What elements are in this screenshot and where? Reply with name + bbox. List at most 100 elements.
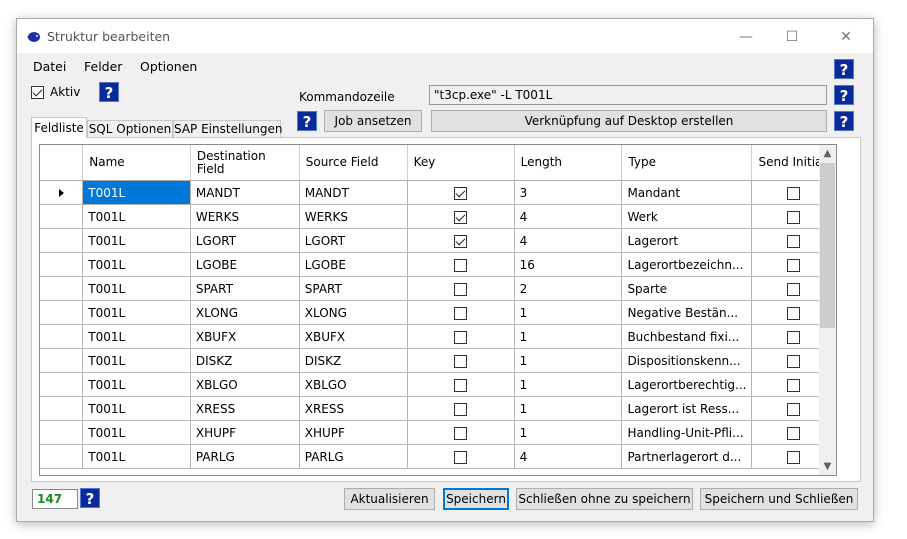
- help-icon-kommandozeile[interactable]: ?: [834, 85, 854, 105]
- menu-felder[interactable]: Felder: [84, 59, 122, 74]
- cell-type[interactable]: Partnerlagerort d...: [621, 444, 753, 469]
- table-row[interactable]: T001L DISKZ DISKZ 1 Dispositionskenn...: [40, 348, 836, 373]
- tab-sql-optionen[interactable]: SQL Optionen: [87, 120, 173, 138]
- table-row[interactable]: T001L PARLG PARLG 4 Partnerlagerort d...: [40, 444, 836, 469]
- table-row[interactable]: T001L XLONG XLONG 1 Negative Bestän...: [40, 300, 836, 325]
- aktualisieren-button[interactable]: Aktualisieren: [344, 488, 435, 510]
- cell-source-field[interactable]: XBUFX: [299, 324, 408, 349]
- menu-datei[interactable]: Datei: [33, 59, 66, 74]
- cell-length[interactable]: 1: [514, 420, 623, 445]
- key-checkbox[interactable]: [454, 378, 468, 392]
- cell-name[interactable]: T001L: [82, 324, 191, 349]
- cell-type[interactable]: Lagerort ist Ress...: [621, 396, 753, 421]
- cell-type[interactable]: Negative Bestän...: [621, 300, 753, 325]
- cell-source-field[interactable]: LGORT: [299, 228, 408, 253]
- row-indicator[interactable]: [40, 372, 84, 397]
- key-checkbox[interactable]: [454, 354, 468, 368]
- cell-destination-field[interactable]: SPART: [190, 276, 300, 301]
- maximize-button[interactable]: ☐: [769, 23, 815, 51]
- cell-source-field[interactable]: LGOBE: [299, 252, 408, 277]
- cell-name[interactable]: T001L: [82, 348, 191, 373]
- row-indicator[interactable]: [40, 324, 84, 349]
- close-without-save-button[interactable]: Schließen ohne zu speichern: [516, 488, 693, 510]
- speichern-button[interactable]: Speichern: [443, 488, 509, 510]
- scrollbar-thumb[interactable]: [820, 163, 835, 328]
- key-checkbox[interactable]: [454, 306, 468, 320]
- kommandozeile-field[interactable]: "t3cp.exe" -L T001L: [429, 85, 827, 105]
- cell-type[interactable]: Buchbestand fixi...: [621, 324, 753, 349]
- row-indicator[interactable]: [40, 204, 84, 229]
- cell-length[interactable]: 1: [514, 324, 623, 349]
- send-initial-checkbox[interactable]: [787, 186, 801, 200]
- cell-length[interactable]: 2: [514, 276, 623, 301]
- cell-length[interactable]: 1: [514, 348, 623, 373]
- row-indicator[interactable]: [40, 276, 84, 301]
- cell-name[interactable]: T001L: [82, 396, 191, 421]
- send-initial-checkbox[interactable]: [787, 234, 801, 248]
- cell-length[interactable]: 4: [514, 444, 623, 469]
- cell-name[interactable]: T001L: [82, 444, 191, 469]
- table-row[interactable]: T001L LGORT LGORT 4 Lagerort: [40, 228, 836, 253]
- scroll-up-icon[interactable]: ▲: [819, 145, 836, 162]
- send-initial-checkbox[interactable]: [787, 210, 801, 224]
- cell-source-field[interactable]: DISKZ: [299, 348, 408, 373]
- table-row[interactable]: T001L XBUFX XBUFX 1 Buchbestand fixi...: [40, 324, 836, 349]
- key-checkbox[interactable]: [454, 210, 468, 224]
- cell-destination-field[interactable]: XBUFX: [190, 324, 300, 349]
- cell-destination-field[interactable]: XHUPF: [190, 420, 300, 445]
- cell-length[interactable]: 3: [514, 180, 623, 205]
- cell-source-field[interactable]: XBLGO: [299, 372, 408, 397]
- cell-source-field[interactable]: XLONG: [299, 300, 408, 325]
- cell-destination-field[interactable]: LGOBE: [190, 252, 300, 277]
- send-initial-checkbox[interactable]: [787, 306, 801, 320]
- menu-optionen[interactable]: Optionen: [140, 59, 197, 74]
- cell-type[interactable]: Lagerort: [621, 228, 753, 253]
- cell-destination-field[interactable]: XLONG: [190, 300, 300, 325]
- cell-type[interactable]: Werk: [621, 204, 753, 229]
- help-icon-aktiv[interactable]: ?: [99, 82, 119, 102]
- row-indicator[interactable]: [40, 396, 84, 421]
- cell-source-field[interactable]: XRESS: [299, 396, 408, 421]
- table-row[interactable]: T001L SPART SPART 2 Sparte: [40, 276, 836, 301]
- send-initial-checkbox[interactable]: [787, 282, 801, 296]
- send-initial-checkbox[interactable]: [787, 402, 801, 416]
- cell-source-field[interactable]: MANDT: [299, 180, 408, 205]
- help-icon-footer[interactable]: ?: [80, 488, 100, 508]
- cell-destination-field[interactable]: PARLG: [190, 444, 300, 469]
- table-row[interactable]: T001L XHUPF XHUPF 1 Handling-Unit-Pfli...: [40, 420, 836, 445]
- cell-destination-field[interactable]: DISKZ: [190, 348, 300, 373]
- row-indicator[interactable]: [40, 252, 84, 277]
- cell-type[interactable]: Mandant: [621, 180, 753, 205]
- column-header-type[interactable]: Type: [621, 145, 753, 181]
- row-indicator[interactable]: [40, 348, 84, 373]
- tab-sap-einstellungen[interactable]: SAP Einstellungen: [173, 120, 282, 138]
- cell-name[interactable]: T001L: [82, 420, 191, 445]
- cell-name[interactable]: T001L: [82, 372, 191, 397]
- column-header-name[interactable]: Name: [82, 145, 191, 181]
- cell-length[interactable]: 16: [514, 252, 623, 277]
- send-initial-checkbox[interactable]: [787, 426, 801, 440]
- column-header-length[interactable]: Length: [514, 145, 623, 181]
- cell-type[interactable]: Handling-Unit-Pfli...: [621, 420, 753, 445]
- save-and-close-button[interactable]: Speichern und Schließen: [700, 488, 858, 510]
- cell-source-field[interactable]: XHUPF: [299, 420, 408, 445]
- cell-source-field[interactable]: SPART: [299, 276, 408, 301]
- cell-length[interactable]: 1: [514, 372, 623, 397]
- key-checkbox[interactable]: [454, 234, 468, 248]
- table-row[interactable]: T001L XRESS XRESS 1 Lagerort ist Ress...: [40, 396, 836, 421]
- row-indicator[interactable]: [40, 420, 84, 445]
- key-checkbox[interactable]: [454, 426, 468, 440]
- column-header-key[interactable]: Key: [407, 145, 515, 181]
- cell-type[interactable]: Lagerortbezeichn...: [621, 252, 753, 277]
- table-row[interactable]: T001L LGOBE LGOBE 16 Lagerortbezeichn...: [40, 252, 836, 277]
- cell-name[interactable]: T001L: [82, 204, 191, 229]
- help-icon-shortcut[interactable]: ?: [834, 111, 854, 131]
- cell-destination-field[interactable]: MANDT: [190, 180, 300, 205]
- cell-name[interactable]: T001L: [82, 228, 191, 253]
- minimize-button[interactable]: —: [723, 23, 769, 51]
- cell-type[interactable]: Sparte: [621, 276, 753, 301]
- row-indicator[interactable]: [40, 444, 84, 469]
- cell-destination-field[interactable]: WERKS: [190, 204, 300, 229]
- cell-length[interactable]: 4: [514, 228, 623, 253]
- create-desktop-shortcut-button[interactable]: Verknüpfung auf Desktop erstellen: [431, 110, 827, 132]
